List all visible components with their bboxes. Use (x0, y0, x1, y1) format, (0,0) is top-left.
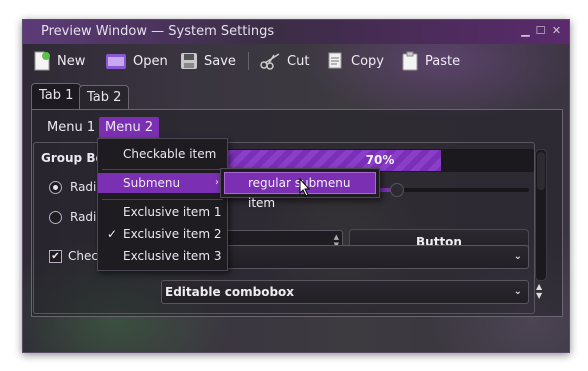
titlebar[interactable]: Preview Window — System Settings ▁ ☐ ✕ (23, 20, 569, 44)
window-title: Preview Window — System Settings (41, 24, 275, 39)
editable-combobox[interactable]: Editable combobox ⌄ (161, 280, 529, 304)
save-button[interactable]: Save (180, 50, 236, 72)
save-disk-icon (181, 53, 197, 69)
radio-dot (53, 185, 58, 190)
menu-item-exclusive-3[interactable]: Exclusive item 3 (98, 246, 227, 266)
menu-item-submenu[interactable]: Submenu › (98, 173, 227, 193)
toolbar-separator (248, 52, 249, 70)
tab-1[interactable]: Tab 1 (31, 83, 82, 110)
combobox[interactable]: ⌄ (224, 245, 529, 269)
radio-button-2[interactable] (49, 211, 62, 224)
copy-label: Copy (351, 53, 384, 69)
chevron-down-icon: ⌄ (513, 286, 522, 297)
new-label: New (57, 53, 86, 69)
tab-2[interactable]: Tab 2 (79, 85, 130, 110)
paste-button[interactable]: Paste (401, 50, 460, 72)
checkmark-icon: ✓ (107, 227, 118, 241)
cut-label: Cut (287, 53, 310, 69)
menu-separator (102, 199, 223, 200)
cut-button[interactable]: Cut (259, 50, 309, 72)
menu-item-exclusive-1[interactable]: Exclusive item 1 (98, 202, 227, 222)
scrollbar-handle[interactable] (537, 152, 545, 190)
vertical-scrollbar[interactable] (535, 149, 547, 281)
paste-label: Paste (425, 53, 461, 69)
radio-button-1[interactable] (49, 181, 62, 194)
minimize-icon[interactable]: ▁ (520, 25, 531, 36)
save-label: Save (204, 53, 236, 69)
chevron-down-icon: ⌄ (513, 251, 522, 262)
checkmark-icon: ✔ (51, 251, 60, 262)
open-button[interactable]: Open (105, 50, 168, 72)
toolbar: New Open Save Cut Copy Paste (23, 44, 569, 78)
scroll-arrows-icon[interactable]: ▲ ▼ (536, 282, 542, 300)
menu-2[interactable]: Menu 2 (99, 117, 160, 139)
menu-separator (102, 169, 223, 170)
copy-button[interactable]: Copy (325, 50, 384, 72)
chevron-right-icon: › (215, 177, 219, 188)
copy-icon (328, 52, 342, 69)
close-icon[interactable]: ✕ (551, 25, 562, 36)
menu-2-dropdown: Checkable item Submenu › Exclusive item … (97, 138, 228, 271)
mouse-cursor-icon (299, 178, 311, 197)
open-folder-icon (106, 54, 126, 69)
new-button[interactable]: New (33, 50, 85, 72)
checkbox[interactable]: ✔ (49, 250, 62, 263)
maximize-icon[interactable]: ☐ (535, 25, 546, 36)
slider-handle[interactable] (389, 183, 404, 197)
menu-item-exclusive-2[interactable]: ✓ Exclusive item 2 (98, 224, 227, 244)
scissors-icon (260, 53, 280, 70)
paste-clipboard-icon (402, 51, 418, 71)
menu-item-checkable[interactable]: Checkable item (98, 144, 227, 164)
menu-1[interactable]: Menu 1 (41, 117, 101, 139)
editable-combobox-value[interactable]: Editable combobox (165, 281, 294, 303)
new-document-icon (34, 51, 50, 71)
open-label: Open (133, 53, 168, 69)
